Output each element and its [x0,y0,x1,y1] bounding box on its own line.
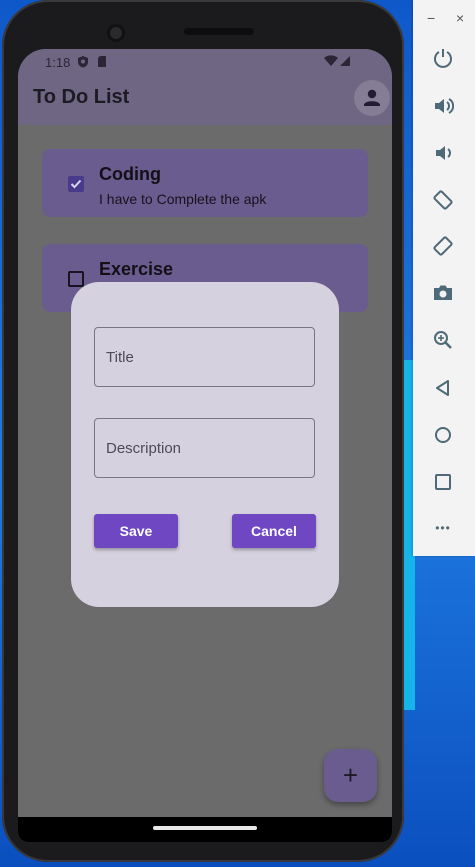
title-input[interactable] [94,327,315,387]
overview-button[interactable] [431,470,455,494]
home-circle-icon [435,427,451,443]
todo-title: Coding [99,164,161,184]
rotate-right-icon [433,236,453,256]
todo-checkbox[interactable] [68,271,84,287]
screenshot-button[interactable] [431,281,455,305]
save-button[interactable]: Save [94,514,178,548]
volume-up-button[interactable] [431,94,455,118]
status-time: 1:18 [45,55,71,70]
camera-icon [434,285,452,300]
shield-icon [78,56,88,68]
navigation-bar [18,817,392,842]
minimize-button[interactable]: − [427,10,435,26]
power-button[interactable] [431,46,455,70]
camera-icon [107,24,125,42]
todo-checkbox[interactable] [68,176,84,192]
close-button[interactable]: × [456,10,464,26]
profile-button[interactable] [354,80,390,116]
speaker-grille [184,28,254,35]
home-button[interactable] [431,423,455,447]
power-icon [434,49,452,68]
person-icon [364,89,380,106]
todo-description: I have to Complete the apk [99,191,267,207]
back-button[interactable] [431,376,455,400]
cancel-button[interactable]: Cancel [232,514,316,548]
back-triangle-icon [436,380,449,396]
more-options-button[interactable]: ••• [431,516,455,540]
check-icon [70,179,82,189]
volume-down-button[interactable] [431,141,455,165]
app-title: To Do List [33,86,130,108]
emulator-toolbar: − × ••• [413,0,475,556]
app-bar: 1:18 To Do List [18,49,392,125]
description-input[interactable] [94,418,315,478]
plus-icon: + [342,760,359,790]
home-gesture-bar[interactable] [153,826,257,830]
phone-screen: 1:18 To Do List Coding I have to Complet… [18,49,392,842]
todo-title: Exercise [99,259,174,279]
zoom-in-icon [434,331,452,349]
phone-frame: 1:18 To Do List Coding I have to Complet… [2,0,404,862]
todo-card[interactable]: Coding I have to Complete the apk [42,149,368,217]
more-icon: ••• [435,521,451,535]
sd-card-icon [98,56,106,67]
add-todo-button[interactable]: + [324,749,377,802]
volume-up-icon [435,98,454,114]
rotate-left-button[interactable] [431,188,455,212]
signal-icon [340,56,350,66]
add-todo-dialog: Save Cancel [71,282,339,607]
volume-down-icon [436,146,451,160]
wifi-icon [324,55,338,66]
overview-square-icon [435,474,451,490]
rotate-left-icon [433,190,453,210]
zoom-button[interactable] [431,328,455,352]
rotate-right-button[interactable] [431,234,455,258]
